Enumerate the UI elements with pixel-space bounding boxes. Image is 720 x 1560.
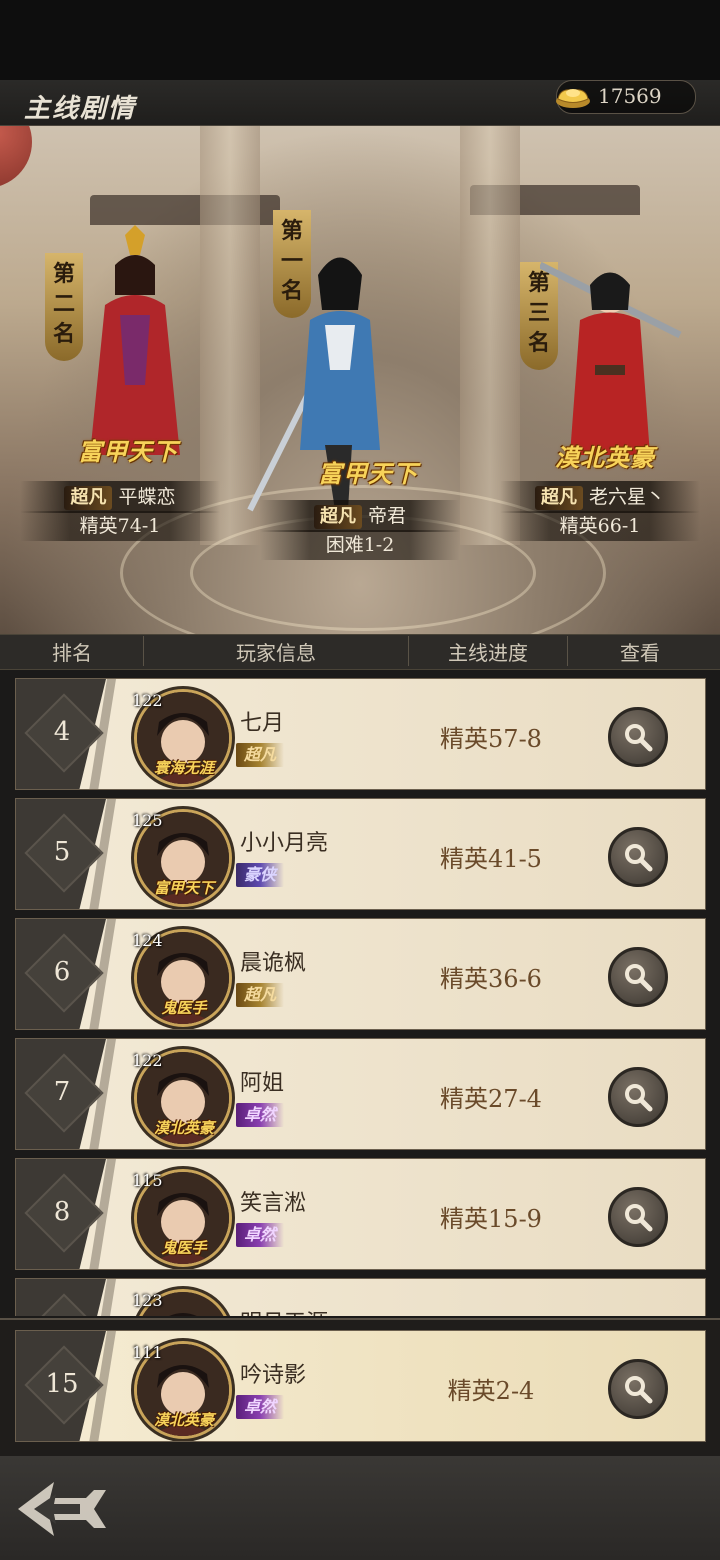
player-level: 115 xyxy=(132,1171,163,1190)
avatar-title-badge: 漠北英豪 xyxy=(153,1119,214,1137)
player-name: 老六星丶 xyxy=(588,486,665,508)
character-figure-rank-2[interactable] xyxy=(70,225,200,465)
column-divider xyxy=(567,636,568,666)
rank-number: 6 xyxy=(53,957,71,987)
table-row[interactable]: 7 122 漠北英豪 阿姐 卓然 精英27-4 xyxy=(15,1038,706,1150)
player-level: 122 xyxy=(132,691,163,710)
podium-title-badge: 富甲天下 xyxy=(78,437,178,466)
podium-progress: 困难1-2 xyxy=(260,530,460,560)
column-view: 查看 xyxy=(620,641,660,665)
player-level: 122 xyxy=(132,1051,163,1070)
column-progress: 主线进度 xyxy=(448,641,528,665)
avatar-title-badge: 寰海无涯 xyxy=(153,759,214,777)
rank-number: 8 xyxy=(53,1197,71,1227)
view-button[interactable] xyxy=(608,1067,668,1127)
player-rank-tag: 超凡 xyxy=(236,983,285,1007)
view-button[interactable] xyxy=(608,947,668,1007)
player-progress: 精英41-5 xyxy=(440,845,542,873)
table-row[interactable]: 8 115 鬼医手 笑言淞 卓然 精英15-9 xyxy=(15,1158,706,1270)
rank-number: 5 xyxy=(53,837,71,867)
gold-ingot-icon xyxy=(556,89,590,108)
player-level: 124 xyxy=(132,931,163,950)
table-row[interactable]: 123 明月天涯 xyxy=(15,1278,706,1316)
podium-name-bar[interactable]: 超凡 老六星丶 xyxy=(500,481,700,513)
view-button[interactable] xyxy=(608,707,668,767)
podium-title-badge: 富甲天下 xyxy=(318,459,418,488)
my-ranking-row[interactable]: 15 111 漠北英豪 吟诗影 卓然 精英2-4 xyxy=(15,1330,706,1442)
magnifier-icon xyxy=(625,844,653,872)
rank-tag: 超凡 xyxy=(64,486,113,510)
column-rank: 排名 xyxy=(52,641,92,665)
avatar-title-badge: 鬼医手 xyxy=(161,999,207,1017)
avatar-title-badge: 漠北英豪 xyxy=(153,1411,214,1429)
magnifier-icon xyxy=(625,1204,653,1232)
ranking-list[interactable]: 4 122 寰海无涯 七月 超凡 精英57-8 5 125 富甲天下 小小月亮 … xyxy=(0,668,720,1316)
currency-amount: 17569 xyxy=(598,84,662,108)
view-button[interactable] xyxy=(608,1359,668,1419)
back-arrow-icon[interactable] xyxy=(14,1474,110,1544)
status-area xyxy=(0,0,720,80)
magnifier-icon xyxy=(625,1084,653,1112)
column-divider xyxy=(143,636,144,666)
player-name: 吟诗影 xyxy=(240,1363,307,1388)
player-level: 125 xyxy=(132,811,163,830)
rank-number: 15 xyxy=(45,1369,79,1399)
podium-name-bar[interactable]: 超凡 平蝶恋 xyxy=(20,481,220,513)
player-rank-tag: 卓然 xyxy=(236,1103,285,1127)
page-title: 主线剧情 xyxy=(24,94,137,124)
column-player: 玩家信息 xyxy=(236,641,316,665)
table-row[interactable]: 5 125 富甲天下 小小月亮 豪侠 精英41-5 xyxy=(15,798,706,910)
rank-number: 7 xyxy=(53,1077,71,1107)
player-rank-tag: 卓然 xyxy=(236,1223,285,1247)
player-progress: 精英57-8 xyxy=(440,725,542,753)
podium-progress: 精英66-1 xyxy=(500,511,700,541)
podium-name-bar[interactable]: 超凡 帝君 xyxy=(260,500,460,532)
column-divider xyxy=(408,636,409,666)
podium-title-badge: 漠北英豪 xyxy=(555,443,655,472)
magnifier-icon xyxy=(625,724,653,752)
table-row[interactable]: 6 124 鬼医手 晨诡枫 超凡 精英36-6 xyxy=(15,918,706,1030)
podium-progress: 精英74-1 xyxy=(20,511,220,541)
player-rank-tag: 卓然 xyxy=(236,1395,285,1419)
player-name: 笑言淞 xyxy=(240,1191,307,1216)
player-rank-tag: 豪侠 xyxy=(236,863,285,887)
player-level: 111 xyxy=(132,1343,163,1362)
rank-number: 4 xyxy=(53,717,71,747)
player-rank-tag: 超凡 xyxy=(236,743,285,767)
view-button[interactable] xyxy=(608,827,668,887)
magnifier-icon xyxy=(625,1376,653,1404)
view-button[interactable] xyxy=(608,1187,668,1247)
player-name: 帝君 xyxy=(367,505,406,527)
player-name: 平蝶恋 xyxy=(118,486,176,508)
rank-tag: 超凡 xyxy=(313,505,362,529)
player-name: 阿姐 xyxy=(240,1071,285,1096)
player-name: 明月天涯 xyxy=(240,1305,328,1316)
column-header xyxy=(0,634,720,670)
magnifier-icon xyxy=(625,964,653,992)
player-progress: 精英2-4 xyxy=(447,1377,535,1405)
player-name: 小小月亮 xyxy=(240,831,329,856)
player-level: 123 xyxy=(132,1291,163,1310)
avatar-title-badge: 富甲天下 xyxy=(153,879,214,897)
player-name: 晨诡枫 xyxy=(240,951,307,976)
avatar-title-badge: 鬼医手 xyxy=(161,1239,207,1257)
player-progress: 精英36-6 xyxy=(440,965,542,993)
player-progress: 精英15-9 xyxy=(440,1205,542,1233)
table-row[interactable]: 4 122 寰海无涯 七月 超凡 精英57-8 xyxy=(15,678,706,790)
player-name: 七月 xyxy=(240,711,285,736)
my-ranking-panel: 15 111 漠北英豪 吟诗影 卓然 精英2-4 xyxy=(0,1318,720,1458)
player-progress: 精英27-4 xyxy=(440,1085,542,1113)
rank-tag: 超凡 xyxy=(534,486,583,510)
